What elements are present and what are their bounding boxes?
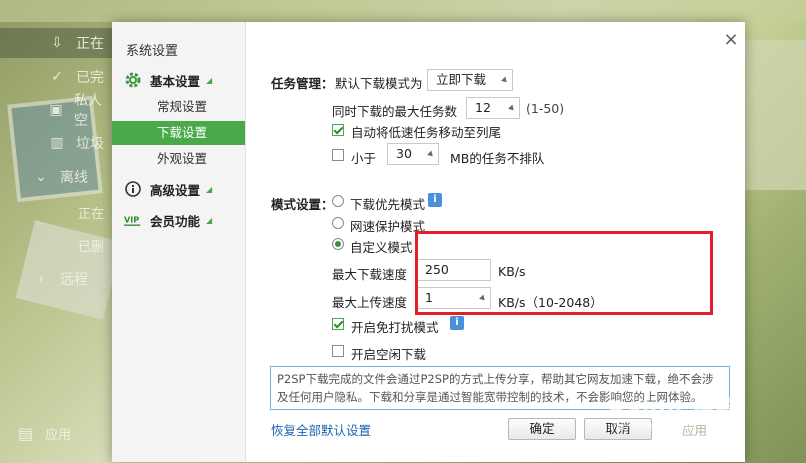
speed-protection-label: 网速保护模式 — [350, 219, 426, 234]
section-basic-settings[interactable]: 基本设置 ◢ — [124, 69, 212, 91]
notice-line: P2SP下载完成的文件会通过P2SP的方式上传分享，帮助其它网友加速下载，绝不会… — [277, 372, 714, 386]
check-circle-icon: ✓ — [51, 69, 63, 85]
dropdown-arrow-icon — [501, 76, 509, 85]
settings-sidebar: 系统设置 基本设置 ◢ 常规设置 下载设置 外观设置 高级设置 ◢ VIP 会员… — [112, 22, 246, 462]
bg-apps-button[interactable]: ▤ 应用 — [0, 418, 112, 448]
gear-icon — [124, 71, 142, 89]
auto-move-checkbox[interactable] — [332, 124, 344, 136]
background-photo — [742, 40, 806, 190]
idle-download-label: 开启空闲下载 — [351, 347, 427, 362]
info-icon[interactable]: i — [450, 316, 464, 330]
max-tasks-label: 同时下载的最大任务数 — [332, 104, 458, 119]
dropdown-arrow-icon — [427, 150, 435, 159]
dropdown-arrow-icon — [508, 104, 516, 113]
less-than-checkbox[interactable] — [332, 149, 344, 161]
dialog-title: 系统设置 — [126, 44, 179, 59]
chevron-down-icon: ⌄ — [35, 169, 47, 185]
max-upload-speed-label: 最大上传速度 — [332, 295, 408, 310]
bg-sidebar-item-trash[interactable]: ▥ 垃圾 — [0, 128, 112, 158]
sidebar-item-general[interactable]: 常规设置 — [112, 95, 245, 119]
expand-arrow-icon: ◢ — [206, 184, 213, 194]
expand-arrow-icon: ◢ — [206, 215, 213, 225]
custom-mode-label: 自定义模式 — [350, 240, 413, 255]
info-circle-icon — [124, 180, 142, 198]
section-vip-features[interactable]: VIP 会员功能 ◢ — [124, 209, 212, 231]
sidebar-item-download[interactable]: 下载设置 — [112, 121, 245, 145]
info-icon[interactable]: i — [428, 193, 442, 207]
no-disturb-checkbox[interactable] — [332, 318, 344, 330]
trash-icon: ▥ — [50, 135, 64, 151]
ok-button[interactable]: 确定 — [508, 418, 576, 440]
expand-arrow-icon: ◢ — [206, 75, 213, 85]
vip-icon: VIP — [124, 211, 142, 229]
sidebar-item-appearance[interactable]: 外观设置 — [112, 147, 245, 171]
auto-move-label: 自动将低速任务移动至列尾 — [351, 125, 502, 140]
task-management-label: 任务管理： — [271, 76, 334, 91]
default-mode-select[interactable]: 立即下载 — [427, 69, 513, 91]
chevron-right-icon: › — [38, 271, 44, 287]
section-advanced-settings[interactable]: 高级设置 ◢ — [124, 178, 212, 200]
less-than-select[interactable]: 30 — [387, 143, 439, 165]
bg-sidebar-item-offline[interactable]: ⌄ 离线 — [0, 162, 112, 192]
radio-download-priority[interactable] — [332, 195, 344, 207]
svg-text:VIP: VIP — [124, 215, 139, 225]
briefcase-icon: ▤ — [18, 423, 34, 443]
max-tasks-range: (1-50) — [526, 101, 565, 116]
max-tasks-select[interactable]: 12 — [466, 97, 520, 119]
bg-sidebar-item-completed[interactable]: ✓ 已完 — [0, 62, 112, 92]
default-mode-label: 默认下载模式为 — [335, 76, 423, 91]
radio-speed-protection[interactable] — [332, 217, 344, 229]
highlight-box — [415, 231, 713, 315]
max-download-speed-label: 最大下载速度 — [332, 267, 408, 282]
less-than-suffix: MB的任务不排队 — [450, 151, 545, 166]
idle-download-checkbox[interactable] — [332, 345, 344, 357]
background-top-band — [0, 0, 806, 22]
bg-sidebar-item-downloading[interactable]: ⇩ 正在 — [0, 28, 112, 58]
lock-icon: ▣ — [49, 102, 63, 118]
download-arrow-icon: ⇩ — [51, 35, 63, 51]
bg-sidebar-item-remote[interactable]: › 远程 — [0, 264, 112, 294]
restore-defaults-link[interactable]: 恢复全部默认设置 — [271, 420, 371, 439]
download-priority-label: 下载优先模式 — [350, 197, 426, 212]
no-disturb-label: 开启免打扰模式 — [351, 320, 439, 335]
radio-custom-mode[interactable] — [332, 238, 344, 250]
less-than-label: 小于 — [351, 151, 377, 166]
mode-settings-label: 模式设置： — [271, 197, 334, 212]
watermark: Baidu 经验 jingyan.baidu.com — [608, 398, 739, 432]
bg-sidebar-item-private[interactable]: ▣ 私人空 — [0, 93, 112, 129]
